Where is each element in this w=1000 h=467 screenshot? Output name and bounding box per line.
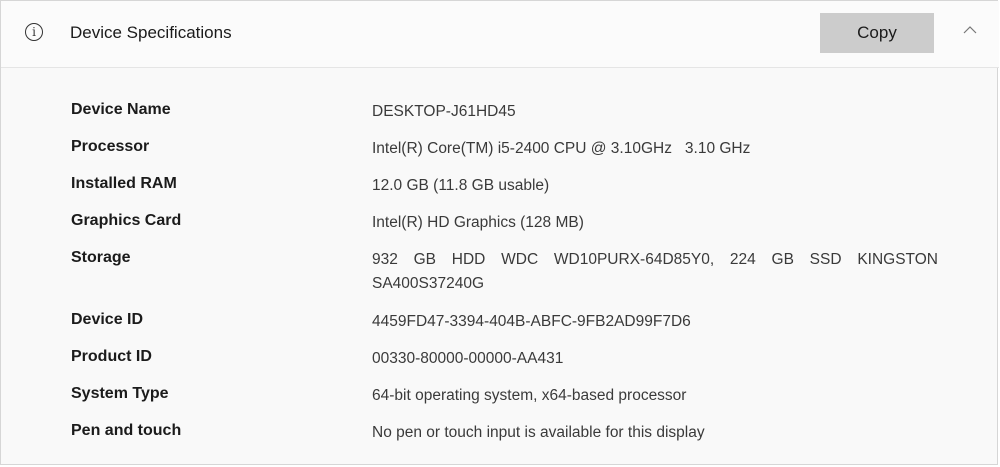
info-icon: i (25, 23, 43, 41)
spec-label: Device ID (71, 311, 144, 328)
spec-label: Device Name (71, 101, 171, 118)
spec-value: Intel(R) HD Graphics (128 MB) (372, 214, 584, 231)
spec-value: 00330-80000-00000-AA431 (372, 350, 564, 367)
panel-header[interactable]: i Device Specifications Copy (1, 1, 999, 68)
spec-label: Storage (71, 249, 131, 266)
spec-value: 12.0 GB (11.8 GB usable) (372, 177, 550, 194)
spec-label: System Type (71, 385, 169, 402)
panel-title: Device Specifications (70, 23, 232, 42)
device-specifications-panel: i Device Specifications Copy Device Name… (0, 0, 999, 465)
spec-label: Product ID (71, 348, 152, 365)
spec-value: Intel(R) Core(TM) i5-2400 CPU @ 3.10GHz … (372, 140, 751, 157)
copy-button[interactable]: Copy (820, 13, 934, 53)
spec-label: Installed RAM (71, 175, 177, 192)
spec-label: Processor (71, 138, 150, 155)
spec-label: Pen and touch (71, 422, 182, 439)
spec-value: 4459FD47-3394-404B-ABFC-9FB2AD99F7D6 (372, 313, 691, 330)
chevron-up-icon[interactable] (959, 23, 981, 37)
spec-label: Graphics Card (71, 212, 182, 229)
spec-value: 64-bit operating system, x64-based proce… (372, 387, 687, 404)
spec-value: 932 GB HDD WDC WD10PURX-64D85Y0, 224 GB … (372, 251, 938, 292)
spec-value: DESKTOP-J61HD45 (372, 103, 516, 120)
spec-value: No pen or touch input is available for t… (372, 424, 705, 441)
